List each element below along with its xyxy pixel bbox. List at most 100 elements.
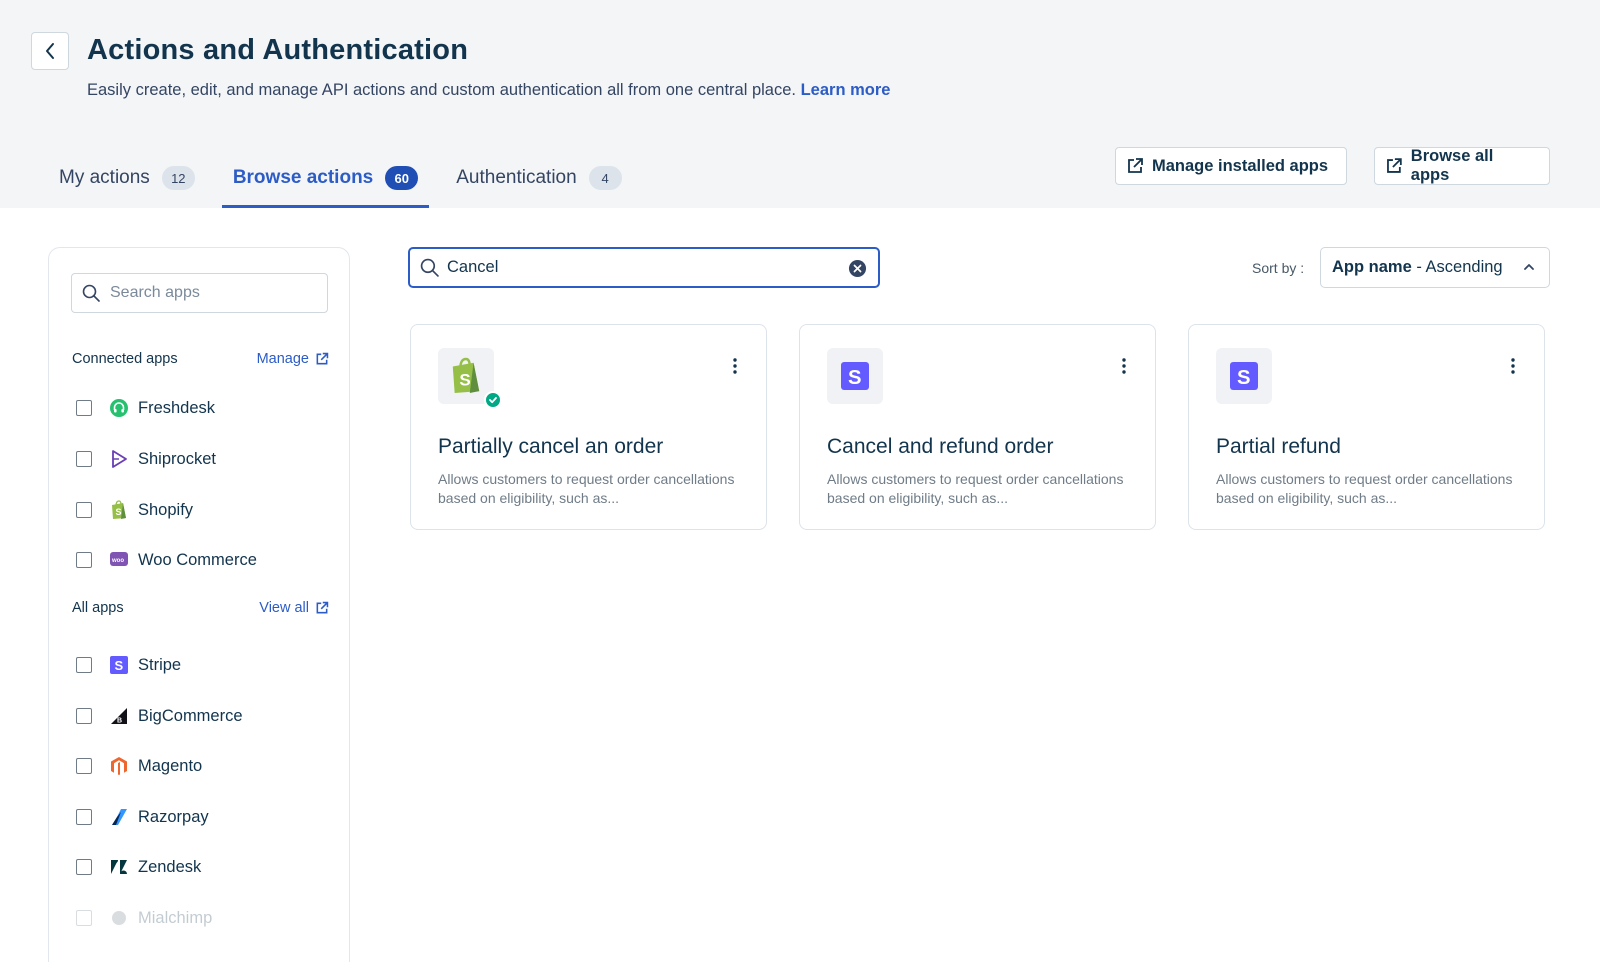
tab-label: My actions: [59, 167, 150, 188]
learn-more-link[interactable]: Learn more: [801, 81, 891, 99]
kebab-menu-icon: [1122, 358, 1126, 374]
subtitle-text: Easily create, edit, and manage API acti…: [87, 81, 796, 99]
checkbox[interactable]: [76, 502, 92, 518]
bigcommerce-icon: B: [109, 706, 129, 726]
connected-apps-header: Connected apps Manage: [72, 351, 329, 367]
app-name: Shopify: [138, 500, 194, 519]
zendesk-icon: [109, 857, 129, 877]
sort-separator: -: [1411, 258, 1426, 276]
action-card[interactable]: S Partial refund Allows customers to req…: [1188, 324, 1545, 530]
clear-search-button[interactable]: [848, 259, 867, 283]
button-label: Manage installed apps: [1152, 156, 1329, 175]
external-link-icon: [1128, 158, 1143, 173]
app-search-box[interactable]: [71, 273, 328, 313]
app-filter-zendesk[interactable]: Zendesk: [76, 855, 201, 879]
woocommerce-icon: woo: [109, 550, 129, 570]
shopify-icon: S: [109, 500, 129, 520]
app-name: Zendesk: [138, 857, 202, 876]
kebab-menu-icon: [1511, 358, 1515, 374]
all-apps-header: All apps View all: [72, 600, 329, 616]
checkbox[interactable]: [76, 400, 92, 416]
manage-link[interactable]: Manage: [257, 351, 329, 367]
checkbox[interactable]: [76, 758, 92, 774]
more-options-button[interactable]: [732, 357, 738, 380]
section-title: Connected apps: [72, 351, 178, 367]
app-filter-woo-commerce[interactable]: woo Woo Commerce: [76, 548, 257, 572]
svg-text:S: S: [115, 658, 124, 673]
checkbox[interactable]: [76, 708, 92, 724]
app-filter-shopify[interactable]: S Shopify: [76, 498, 193, 522]
app-name: Woo Commerce: [138, 550, 257, 569]
app-filter-shiprocket[interactable]: Shiprocket: [76, 447, 216, 471]
stripe-icon: S: [109, 655, 129, 675]
tab-label: Browse actions: [232, 167, 374, 188]
search-icon: [82, 284, 100, 302]
chevron-up-icon: [1524, 264, 1534, 270]
mailchimp-icon: [109, 908, 129, 928]
card-title: Partially cancel an order: [438, 435, 664, 458]
tab-label: Authentication: [456, 167, 577, 188]
action-search-input[interactable]: [447, 258, 827, 277]
app-name: Magento: [138, 756, 203, 775]
checkbox[interactable]: [76, 657, 92, 673]
app-search-input[interactable]: [110, 284, 310, 302]
external-link-icon: [316, 352, 329, 365]
browse-all-apps-button[interactable]: Browse all apps: [1374, 147, 1550, 185]
card-title: Partial refund: [1216, 435, 1341, 458]
sort-field: App name: [1332, 258, 1412, 276]
more-options-button[interactable]: [1121, 357, 1127, 380]
card-description: Allows customers to request order cancel…: [1216, 471, 1513, 506]
freshdesk-icon: [109, 398, 129, 418]
page-subtitle: Easily create, edit, and manage API acti…: [87, 81, 890, 100]
svg-text:woo: woo: [111, 558, 124, 564]
card-title: Cancel and refund order: [827, 435, 1054, 458]
chevron-left-icon: [46, 43, 54, 59]
back-button[interactable]: [31, 32, 69, 70]
link-label: Manage: [256, 351, 309, 367]
kebab-menu-icon: [733, 358, 737, 374]
tab-authentication[interactable]: Authentication 4: [445, 152, 632, 208]
count-badge: 4: [588, 166, 622, 190]
page-title: Actions and Authentication: [87, 34, 469, 66]
checkbox[interactable]: [76, 910, 92, 926]
app-filter-magento[interactable]: Magento: [76, 754, 202, 778]
app-filter-razorpay[interactable]: Razorpay: [76, 805, 209, 829]
card-description: Allows customers to request order cancel…: [438, 471, 735, 506]
sort-value: App name - Ascending: [1332, 258, 1503, 277]
action-card[interactable]: S Partially cancel an order Allows custo…: [410, 324, 767, 530]
app-filter-freshdesk[interactable]: Freshdesk: [76, 396, 215, 420]
checkbox[interactable]: [76, 552, 92, 568]
tab-my-actions[interactable]: My actions 12: [48, 152, 206, 208]
app-filter-stripe[interactable]: S Stripe: [76, 653, 181, 677]
checkbox[interactable]: [76, 809, 92, 825]
stripe-icon: S: [827, 348, 883, 404]
app-filter-bigcommerce[interactable]: B BigCommerce: [76, 704, 243, 728]
checkbox[interactable]: [76, 451, 92, 467]
external-link-icon: [316, 601, 329, 614]
tab-browse-actions[interactable]: Browse actions 60: [221, 152, 430, 208]
checkbox[interactable]: [76, 859, 92, 875]
sort-label: Sort by :: [1252, 260, 1305, 276]
count-badge: 60: [385, 166, 419, 190]
svg-text:B: B: [117, 718, 122, 725]
app-name: Razorpay: [138, 807, 209, 826]
magento-icon: [109, 756, 129, 776]
section-title: All apps: [72, 600, 124, 616]
shiprocket-icon: [109, 449, 129, 469]
link-label: View all: [259, 600, 309, 616]
sort-order: Ascending: [1425, 258, 1503, 276]
app-filter-sidebar: Connected apps Manage Freshdesk Shiprock…: [48, 247, 350, 962]
app-filter-mialchimp[interactable]: Mialchimp: [76, 906, 212, 930]
view-all-link[interactable]: View all: [259, 600, 329, 616]
action-search-box[interactable]: [408, 247, 880, 288]
more-options-button[interactable]: [1510, 357, 1516, 380]
card-description: Allows customers to request order cancel…: [827, 471, 1124, 506]
manage-installed-apps-button[interactable]: Manage installed apps: [1115, 147, 1347, 185]
button-label: Browse all apps: [1410, 147, 1494, 184]
app-name: Freshdesk: [138, 398, 216, 417]
count-badge: 12: [161, 166, 195, 190]
sort-dropdown[interactable]: App name - Ascending: [1320, 247, 1550, 288]
svg-text:S: S: [1237, 367, 1251, 389]
svg-text:S: S: [116, 507, 122, 517]
action-card[interactable]: S Cancel and refund order Allows custome…: [799, 324, 1156, 530]
